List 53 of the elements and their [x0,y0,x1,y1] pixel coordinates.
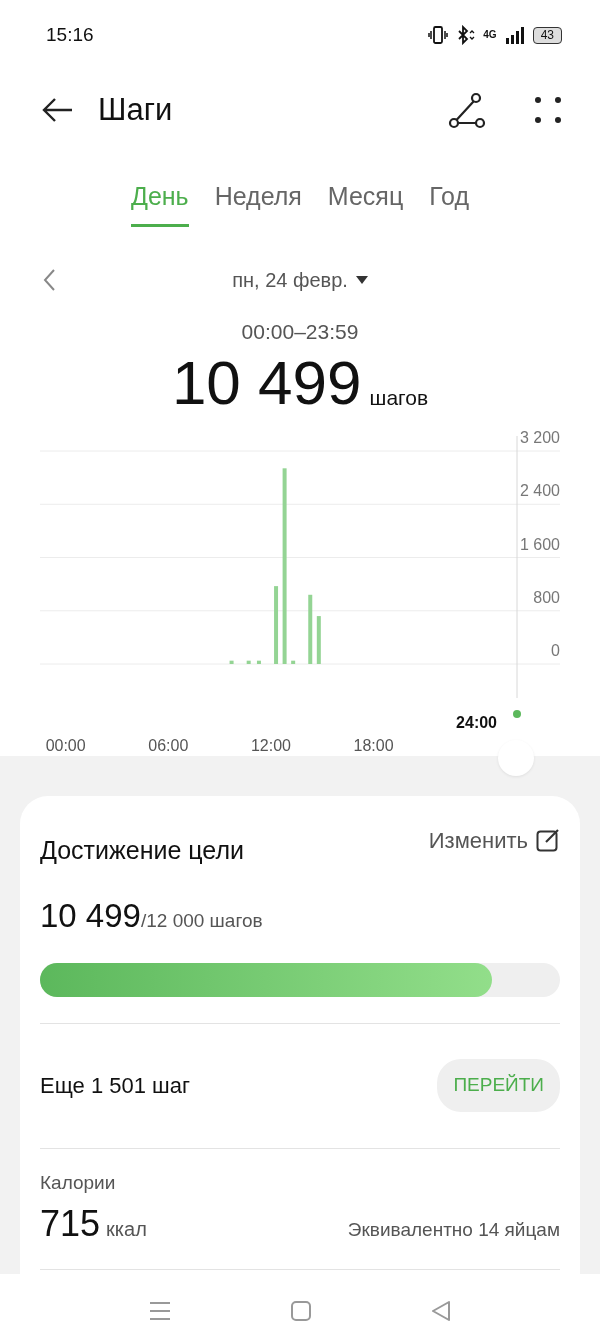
more-icon [534,96,562,124]
chart-bar [291,660,296,664]
x-axis-label: 12:00 [250,736,291,754]
y-axis-label: 2 400 [519,481,560,499]
calories-label: Калории [40,1170,117,1195]
route-button[interactable] [448,91,486,129]
battery-level: 43 [532,26,562,44]
period-tab[interactable]: Месяц [327,178,404,227]
y-axis-label: 800 [533,588,560,606]
y-axis-label: 0 [551,641,560,659]
cursor-dot [513,709,521,718]
date-dropdown[interactable]: пн, 24 февр. [232,265,368,295]
bluetooth-icon [456,25,476,45]
edit-icon [536,828,560,852]
chart-bar [229,660,234,664]
calories-equivalent: Эквивалентно 14 яйцам [347,1218,560,1242]
x-axis-label: 00:00 [45,736,86,754]
calories-value: 715 [40,1202,101,1246]
chart-bar [316,615,321,664]
total-steps: 10 499 [171,351,362,414]
dropdown-caret-icon [355,276,368,284]
goal-target: /12 000 шагов [140,910,263,933]
home-square-icon [291,1300,311,1321]
status-time: 15:16 [46,22,94,47]
back-nav-button[interactable] [431,1298,451,1322]
back-triangle-icon [431,1300,451,1321]
steps-unit: шагов [369,385,429,411]
network-label: 4G [483,30,497,40]
edit-goal-button[interactable]: Изменить [428,823,560,857]
y-axis-label: 3 200 [519,428,560,446]
x-axis-label: 18:00 [353,736,394,754]
time-range: 00:00–23:59 [240,319,360,345]
home-button[interactable] [291,1298,311,1322]
goal-current: 10 499 [40,896,141,936]
previous-day-button[interactable] [42,267,56,293]
vibrate-icon [428,25,449,45]
page-title: Шаги [98,90,174,129]
more-button[interactable] [534,96,562,124]
chart-bar [256,660,261,664]
period-tab[interactable]: Неделя [214,178,302,227]
y-axis-label: 1 600 [519,535,560,552]
cursor-time-label: 24:00 [456,713,497,731]
menu-icon [149,1300,171,1321]
chart-bar [308,594,313,664]
chevron-left-icon [42,268,56,293]
chart-bar [246,660,251,664]
period-tab[interactable]: Год [429,178,470,227]
calories-unit: ккал [106,1217,147,1242]
signal-icon [504,26,525,44]
route-icon [448,91,486,129]
goal-title: Достижение цели [40,834,244,866]
remaining-steps: Еще 1 501 шаг [40,1069,190,1102]
x-axis-label: 06:00 [148,736,189,754]
